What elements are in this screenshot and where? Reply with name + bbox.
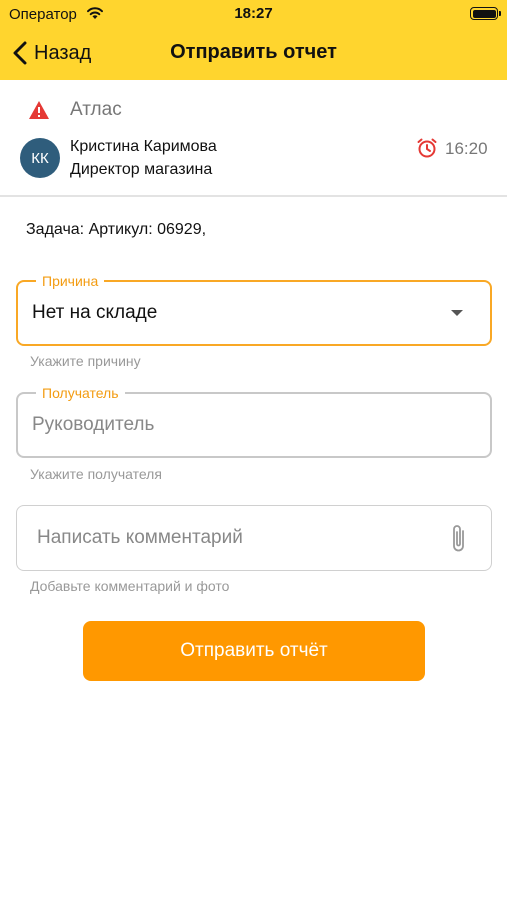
store-row: Атлас — [28, 98, 122, 122]
avatar: КК — [20, 138, 60, 178]
recipient-helper: Укажите получателя — [30, 466, 162, 482]
task-text: Задача: Артикул: 06929, — [26, 221, 207, 238]
paperclip-icon[interactable] — [449, 522, 469, 554]
page-title: Отправить отчет — [170, 41, 337, 63]
comment-field[interactable]: Написать комментарий — [16, 505, 492, 571]
header-bar: Оператор 18:27 Назад Отправить отчет — [0, 0, 507, 80]
warning-icon — [29, 101, 49, 119]
comment-placeholder: Написать комментарий — [37, 527, 243, 548]
store-name: Атлас — [70, 99, 122, 120]
comment-helper: Добавьте комментарий и фото — [30, 578, 230, 594]
deadline-time: 16:20 — [445, 139, 488, 158]
reason-value: Нет на складе — [32, 302, 158, 323]
recipient-placeholder: Руководитель — [32, 414, 155, 435]
reason-helper: Укажите причину — [30, 353, 141, 369]
status-bar: Оператор 18:27 — [0, 0, 507, 30]
person-name: Кристина Каримова — [70, 138, 217, 155]
alarm-clock-icon — [417, 138, 437, 158]
battery-icon — [470, 7, 501, 20]
divider — [0, 195, 507, 197]
submit-report-button[interactable]: Отправить отчёт — [83, 621, 425, 681]
caret-down-icon — [451, 310, 463, 316]
recipient-field[interactable]: Получатель Руководитель — [16, 385, 492, 458]
reason-select[interactable]: Причина Нет на складе — [16, 273, 492, 346]
person-role: Директор магазина — [70, 161, 213, 178]
status-time: 18:27 — [234, 5, 273, 22]
